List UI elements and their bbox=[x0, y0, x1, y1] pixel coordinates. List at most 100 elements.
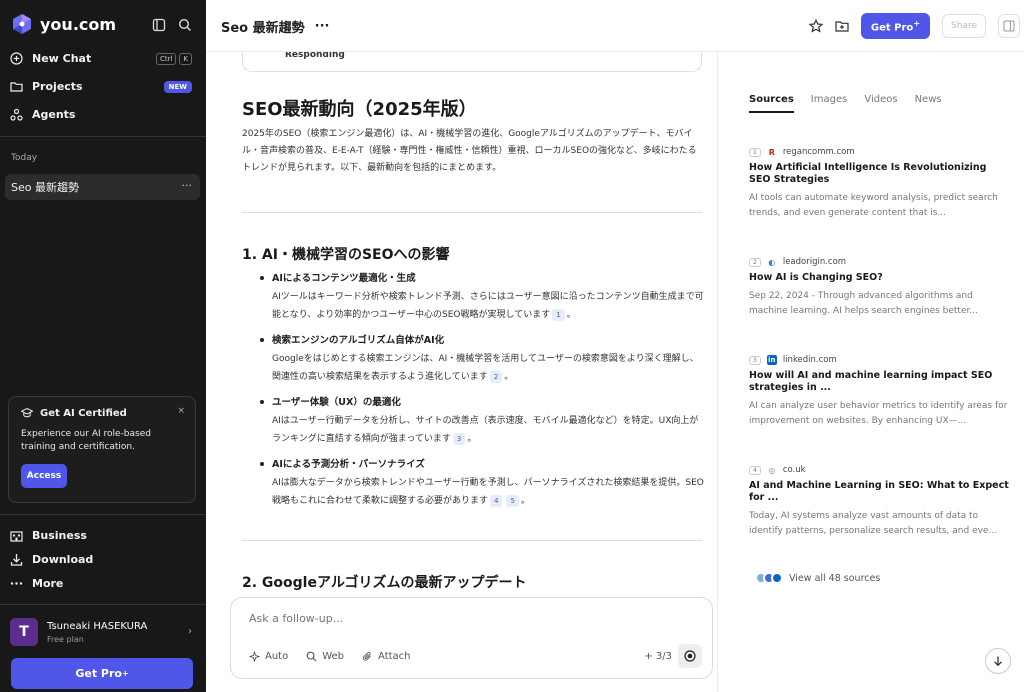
sources-panel: Sources Images Videos News 1 R regancomm… bbox=[719, 52, 1024, 692]
voice-button[interactable] bbox=[678, 644, 702, 668]
source-card[interactable]: 4 ◎ co.uk AI and Machine Learning in SEO… bbox=[749, 465, 1009, 539]
source-title: How AI is Changing SEO? bbox=[749, 272, 883, 283]
shortcut-key: K bbox=[179, 52, 192, 65]
search-icon[interactable] bbox=[178, 17, 192, 31]
bullet-end: 。 bbox=[566, 310, 576, 320]
view-all-label: View all 48 sources bbox=[789, 572, 881, 584]
keyboard-shortcut: Ctrl K bbox=[155, 52, 192, 65]
folder-icon bbox=[10, 80, 23, 93]
list-item: AIによるコンテンツ最適化・生成 AIツールはキーワード分析や検索トレンド予測、… bbox=[260, 270, 706, 324]
user-plan: Free plan bbox=[47, 634, 84, 644]
access-button[interactable]: Access bbox=[21, 464, 67, 488]
cert-title-row: Get AI Certified bbox=[21, 407, 183, 419]
chat-history-item[interactable]: Seo 最新趨勢 ··· bbox=[5, 174, 200, 200]
bullet-title: AIによる予測分析・パーソナライズ bbox=[272, 459, 425, 470]
sparkle-icon bbox=[249, 651, 260, 662]
bullet-body: AIツールはキーワード分析や検索トレンド予測、さらにはユーザー意図に沿ったコンテ… bbox=[272, 292, 704, 320]
tool-label: Attach bbox=[378, 651, 411, 662]
add-to-folder-icon[interactable] bbox=[835, 19, 849, 33]
source-card[interactable]: 2 ◐ leadorigin.com How AI is Changing SE… bbox=[749, 257, 1009, 319]
search-icon bbox=[306, 651, 317, 662]
source-title: How Artificial Intelligence Is Revolutio… bbox=[749, 162, 987, 185]
star-icon[interactable] bbox=[808, 19, 823, 33]
citation-badge[interactable]: 1 bbox=[552, 308, 565, 321]
plus-icon: + bbox=[644, 651, 656, 662]
share-button[interactable]: Share bbox=[942, 14, 986, 39]
logo[interactable]: you.com bbox=[11, 13, 116, 35]
sidebar-item-new-chat[interactable]: New Chat Ctrl K bbox=[10, 52, 196, 65]
list-item: AIによる予測分析・パーソナライズ AIは膨大なデータから検索トレンドやユーザー… bbox=[260, 456, 706, 510]
tab-images[interactable]: Images bbox=[811, 94, 848, 113]
graduation-cap-icon bbox=[21, 407, 33, 418]
bullet-text: AIツールはキーワード分析や検索トレンド予測、さらにはユーザー意図に沿ったコンテ… bbox=[272, 288, 706, 324]
chat-menu-button[interactable]: ··· bbox=[182, 179, 193, 192]
cert-title: Get AI Certified bbox=[40, 407, 127, 419]
close-icon[interactable]: × bbox=[177, 406, 185, 416]
auto-mode-button[interactable]: Auto bbox=[249, 651, 288, 662]
follow-up-input[interactable] bbox=[249, 612, 689, 625]
user-name: Tsuneaki HASEKURA bbox=[47, 620, 148, 632]
bullet-end: 。 bbox=[467, 434, 477, 444]
source-header: 3 in linkedin.com bbox=[749, 355, 1009, 365]
shortcut-key: Ctrl bbox=[155, 52, 177, 65]
source-card[interactable]: 3 in linkedin.com How will AI and machin… bbox=[749, 355, 1009, 429]
get-pro-button[interactable]: Get Pro + bbox=[11, 658, 193, 689]
avatar: T bbox=[10, 618, 38, 646]
toggle-panel-button[interactable] bbox=[998, 14, 1020, 39]
favicon-icon: R bbox=[768, 147, 775, 157]
source-title: AI and Machine Learning in SEO: What to … bbox=[749, 480, 1009, 503]
source-domain: regancomm.com bbox=[782, 147, 855, 157]
bullet-body: AIは膨大なデータから検索トレンドやユーザー行動を予測し、パーソナライズされた検… bbox=[272, 478, 704, 506]
divider bbox=[0, 604, 206, 605]
tab-sources[interactable]: Sources bbox=[749, 94, 794, 113]
answer-intro: 2025年のSEO（検索エンジン最適化）は、AI・機械学習の進化、Googleア… bbox=[242, 129, 697, 173]
logo-text: you.com bbox=[40, 14, 117, 34]
plus-sup: + bbox=[913, 19, 921, 28]
follow-up-box: Auto Web Attach + 3/3 bbox=[230, 597, 713, 679]
tab-news[interactable]: News bbox=[915, 94, 942, 113]
chat-title: Seo 最新趨勢 bbox=[11, 181, 79, 194]
source-header: 2 ◐ leadorigin.com bbox=[749, 257, 1009, 267]
bullet-text: AIは膨大なデータから検索トレンドやユーザー行動を予測し、パーソナライズされた検… bbox=[272, 474, 706, 510]
bullet-title: 検索エンジンのアルゴリズム自体がAI化 bbox=[272, 335, 445, 346]
tool-label: Web bbox=[322, 651, 345, 662]
user-profile[interactable]: T Tsuneaki HASEKURA Free plan › bbox=[10, 618, 196, 646]
citation-badge[interactable]: 5 bbox=[506, 494, 519, 507]
sidebar-item-projects[interactable]: Projects NEW bbox=[10, 80, 196, 93]
sidebar-item-business[interactable]: Business bbox=[10, 529, 196, 542]
sidebar-item-agents[interactable]: Agents bbox=[10, 108, 196, 121]
view-all-sources-link[interactable]: View all 48 sources bbox=[755, 572, 880, 584]
citation-badge[interactable]: 3 bbox=[452, 432, 466, 445]
new-badge: NEW bbox=[163, 80, 192, 93]
scroll-down-button[interactable] bbox=[985, 648, 1011, 674]
title-menu-button[interactable]: ··· bbox=[315, 19, 330, 34]
header-get-pro-button[interactable]: Get Pro+ bbox=[860, 13, 931, 40]
bullet-end: 。 bbox=[520, 496, 530, 506]
bullet-list: AIによるコンテンツ最適化・生成 AIツールはキーワード分析や検索トレンド予測、… bbox=[260, 270, 706, 518]
citation-badge[interactable]: 4 bbox=[490, 494, 503, 507]
attach-button[interactable]: Attach bbox=[362, 651, 411, 662]
citation-badge[interactable]: 2 bbox=[489, 370, 503, 383]
bullet-text: Googleをはじめとする検索エンジンは、AI・機械学習を活用してユーザーの検索… bbox=[272, 350, 706, 386]
business-icon bbox=[10, 529, 23, 542]
divider bbox=[242, 540, 702, 541]
sidebar: you.com New Chat Ctrl K Projects NEW Age… bbox=[0, 0, 206, 692]
responding-indicator: Responding bbox=[242, 52, 702, 72]
section-heading: 2. Googleアルゴリズムの最新アップデート bbox=[242, 575, 527, 591]
sidebar-item-download[interactable]: Download bbox=[10, 553, 196, 566]
tab-videos[interactable]: Videos bbox=[864, 94, 897, 113]
sidebar-item-more[interactable]: More bbox=[10, 577, 196, 590]
collapse-sidebar-icon[interactable] bbox=[152, 17, 166, 32]
bullet-title: ユーザー体験（UX）の最適化 bbox=[272, 397, 401, 408]
section-label-today: Today bbox=[11, 153, 38, 163]
you-logo-icon bbox=[13, 14, 31, 34]
arrow-down-icon bbox=[994, 656, 1002, 667]
source-number: 3 bbox=[749, 355, 761, 365]
divider bbox=[0, 136, 206, 137]
get-pro-label: Get Pro bbox=[75, 667, 122, 680]
source-header: 4 ◎ co.uk bbox=[749, 465, 1009, 475]
bullet-body: Googleをはじめとする検索エンジンは、AI・機械学習を活用してユーザーの検索… bbox=[272, 354, 699, 382]
chevron-right-icon: › bbox=[188, 626, 192, 637]
source-card[interactable]: 1 R regancomm.com How Artificial Intelli… bbox=[749, 147, 1009, 221]
web-search-button[interactable]: Web bbox=[306, 651, 344, 662]
